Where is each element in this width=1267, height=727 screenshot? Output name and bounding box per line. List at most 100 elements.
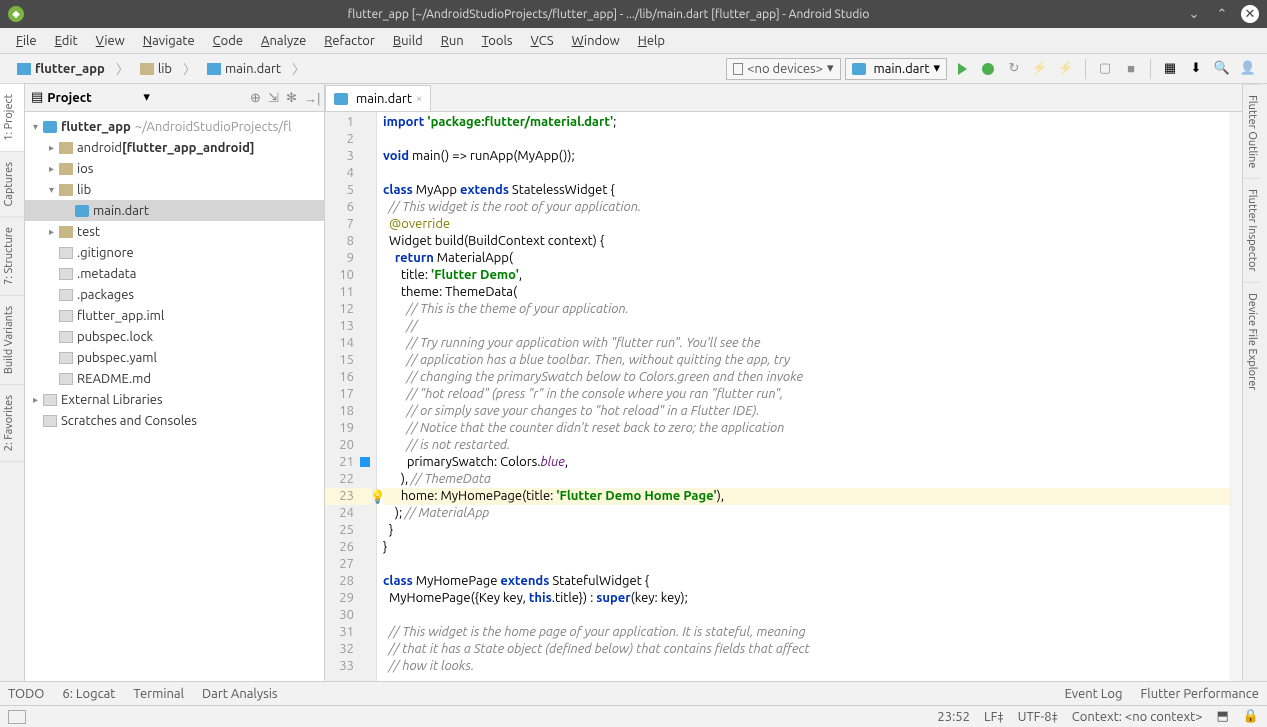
tree-row[interactable]: ▸ios [25,158,324,179]
sdk-manager-button[interactable]: ⬇ [1185,58,1207,80]
breadcrumb-item[interactable]: lib [131,59,181,79]
bottom-tool-dart-analysis[interactable]: Dart Analysis [202,687,278,701]
code-line[interactable]: return MaterialApp( [383,250,1230,267]
code-line[interactable]: // application has a blue toolbar. Then,… [383,352,1230,369]
line-number[interactable]: 14 [325,335,372,352]
menu-tools[interactable]: Tools [474,32,521,50]
line-number[interactable]: 13 [325,318,372,335]
code-editor[interactable]: import 'package:flutter/material.dart';v… [377,112,1230,681]
gear-icon[interactable]: ✻ [286,91,300,105]
code-line[interactable]: // [383,318,1230,335]
menu-run[interactable]: Run [433,32,472,50]
tree-row[interactable]: main.dart [25,200,324,221]
bottom-tool-todo[interactable]: TODO [8,687,44,701]
code-line[interactable]: // This widget is the root of your appli… [383,199,1230,216]
encoding[interactable]: UTF-8‡ [1018,710,1058,724]
tree-row[interactable]: .metadata [25,263,324,284]
bottom-tool-event-log[interactable]: Event Log [1065,687,1123,701]
line-number[interactable]: 22 [325,471,372,488]
line-number[interactable]: 27 [325,556,372,573]
right-rail-flutter-inspector[interactable]: Flutter Inspector [1243,178,1261,282]
menu-help[interactable]: Help [630,32,673,50]
line-number[interactable]: 26 [325,539,372,556]
device-dropdown[interactable]: <no devices> ▾ [726,58,840,80]
code-line[interactable]: title: 'Flutter Demo', [383,267,1230,284]
line-number[interactable]: 21 [325,454,372,471]
bottom-tool-terminal[interactable]: Terminal [133,687,184,701]
code-line[interactable]: primarySwatch: Colors.blue, [383,454,1230,471]
tree-row[interactable]: flutter_app.iml [25,305,324,326]
menu-edit[interactable]: Edit [47,32,86,50]
code-line[interactable]: theme: ThemeData( [383,284,1230,301]
line-number[interactable]: 3 [325,148,372,165]
menu-vcs[interactable]: VCS [523,32,562,50]
menu-code[interactable]: Code [205,32,251,50]
memory-indicator[interactable]: ⬒ [1217,709,1229,724]
menu-view[interactable]: View [88,32,133,50]
line-number[interactable]: 5 [325,182,372,199]
debug-button[interactable] [977,58,999,80]
line-number[interactable]: 28 [325,573,372,590]
menu-file[interactable]: File [8,32,45,50]
code-line[interactable]: class MyApp extends StatelessWidget { [383,182,1230,199]
right-rail-device-file-explorer[interactable]: Device File Explorer [1243,282,1261,400]
code-line[interactable]: home: MyHomePage(title: 'Flutter Demo Ho… [383,488,1230,505]
lock-icon[interactable]: 🔒 [1243,709,1259,724]
locate-icon[interactable]: ⊕ [250,91,264,105]
code-line[interactable]: // "hot reload" (press "r" in the consol… [383,386,1230,403]
line-number[interactable]: 6 [325,199,372,216]
maximize-button[interactable]: ⌃ [1213,5,1231,23]
left-rail----project[interactable]: 1: Project [0,84,24,152]
left-rail-build-variants[interactable]: Build Variants [0,296,24,385]
line-number[interactable]: 8 [325,233,372,250]
tree-row[interactable]: README.md [25,368,324,389]
line-number[interactable]: 31 [325,624,372,641]
tree-row[interactable]: pubspec.lock [25,326,324,347]
lightbulb-icon[interactable]: 💡 [370,489,386,506]
line-number[interactable]: 24 [325,505,372,522]
line-number[interactable]: 15 [325,352,372,369]
code-line[interactable]: class MyHomePage extends StatefulWidget … [383,573,1230,590]
line-number[interactable]: 29 [325,590,372,607]
tree-row[interactable]: .packages [25,284,324,305]
tree-row[interactable]: ▸External Libraries [25,389,324,410]
left-rail----structure[interactable]: 7: Structure [0,217,24,296]
run-button[interactable] [951,58,973,80]
minimize-button[interactable]: ⌄ [1185,5,1203,23]
line-number[interactable]: 18 [325,403,372,420]
collapse-icon[interactable]: ⇲ [268,91,282,105]
tree-row[interactable]: ▸test [25,221,324,242]
line-number[interactable]: 2 [325,131,372,148]
code-line[interactable]: // This widget is the home page of your … [383,624,1230,641]
tool-windows-icon[interactable] [8,710,26,724]
editor-tab-main[interactable]: main.dart × [325,85,431,111]
code-line[interactable]: import 'package:flutter/material.dart'; [383,114,1230,131]
left-rail----favorites[interactable]: 2: Favorites [0,385,24,462]
line-number[interactable]: 12 [325,301,372,318]
bottom-tool-flutter-performance[interactable]: Flutter Performance [1140,687,1259,701]
run-config-dropdown[interactable]: main.dart ▾ [845,58,948,80]
tree-row[interactable]: ▾flutter_app~/AndroidStudioProjects/fl [25,116,324,137]
code-line[interactable] [383,556,1230,573]
line-number[interactable]: 10 [325,267,372,284]
line-number[interactable]: 16 [325,369,372,386]
line-number[interactable]: 4 [325,165,372,182]
code-line[interactable]: Widget build(BuildContext context) { [383,233,1230,250]
line-gutter[interactable]: 123456789101112131415161718192021 2223 💡… [325,112,377,681]
line-number[interactable]: 17 [325,386,372,403]
hide-icon[interactable]: →| [304,91,318,105]
code-line[interactable] [383,165,1230,182]
bottom-tool----logcat[interactable]: 6: Logcat [62,687,115,701]
code-line[interactable] [383,607,1230,624]
project-tree[interactable]: ▾flutter_app~/AndroidStudioProjects/fl▸a… [25,112,324,681]
code-line[interactable]: // how it looks. [383,658,1230,675]
tree-row[interactable]: pubspec.yaml [25,347,324,368]
code-line[interactable]: } [383,539,1230,556]
line-number[interactable]: 7 [325,216,372,233]
line-number[interactable]: 25 [325,522,372,539]
chevron-down-icon[interactable]: ▾ [143,90,150,105]
avd-manager-button[interactable]: ▦ [1159,58,1181,80]
code-line[interactable]: ), // ThemeData [383,471,1230,488]
tree-row[interactable]: ▸android [flutter_app_android] [25,137,324,158]
breadcrumb-item[interactable]: flutter_app [8,59,114,79]
